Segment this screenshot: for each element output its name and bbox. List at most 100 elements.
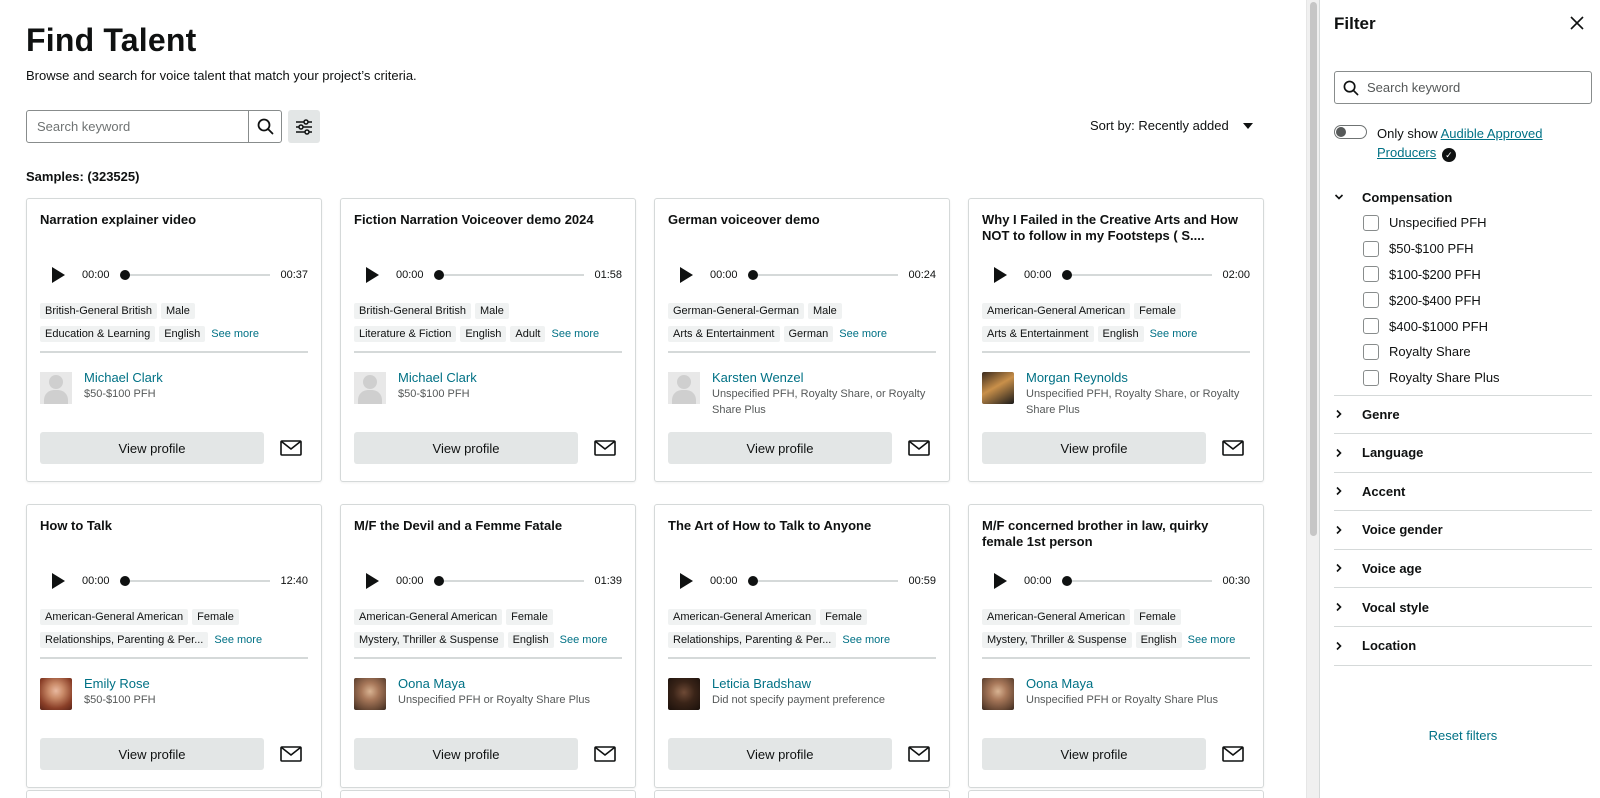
- see-more-link[interactable]: See more: [842, 633, 890, 647]
- seek-handle[interactable]: [1061, 576, 1072, 586]
- filter-section-voice-age[interactable]: Voice age: [1334, 549, 1592, 589]
- play-icon[interactable]: [680, 267, 693, 283]
- see-more-link[interactable]: See more: [1150, 327, 1198, 341]
- play-icon[interactable]: [366, 267, 379, 283]
- checkbox[interactable]: [1363, 266, 1379, 283]
- seek-handle[interactable]: [433, 576, 444, 586]
- search-input[interactable]: [27, 111, 248, 142]
- approved-producers-toggle[interactable]: [1334, 125, 1367, 139]
- filter-section-vocal-style[interactable]: Vocal style: [1334, 588, 1592, 627]
- play-icon[interactable]: [366, 573, 379, 589]
- see-more-link[interactable]: See more: [211, 327, 259, 341]
- seek-handle[interactable]: [119, 270, 130, 280]
- compensation-option[interactable]: $200-$400 PFH: [1334, 287, 1592, 313]
- section-header[interactable]: Voice age: [1334, 549, 1592, 589]
- audio-seek-bar[interactable]: [747, 576, 899, 586]
- filter-section-genre[interactable]: Genre: [1334, 395, 1592, 434]
- mail-icon[interactable]: [908, 746, 930, 762]
- mail-icon[interactable]: [594, 746, 616, 762]
- view-profile-button[interactable]: View profile: [982, 738, 1206, 770]
- filter-section-location[interactable]: Location: [1334, 627, 1592, 666]
- view-profile-button[interactable]: View profile: [40, 432, 264, 464]
- view-profile-button[interactable]: View profile: [354, 432, 578, 464]
- seek-handle[interactable]: [1061, 270, 1072, 280]
- play-icon[interactable]: [52, 573, 65, 589]
- audio-seek-bar[interactable]: [747, 270, 899, 280]
- compensation-option[interactable]: $50-$100 PFH: [1334, 236, 1592, 262]
- checkbox[interactable]: [1363, 343, 1379, 360]
- play-icon[interactable]: [680, 573, 693, 589]
- audio-seek-bar[interactable]: [1061, 576, 1213, 586]
- chevron-right-icon: [1336, 487, 1342, 496]
- see-more-link[interactable]: See more: [214, 633, 262, 647]
- compensation-option[interactable]: $100-$200 PFH: [1334, 262, 1592, 288]
- seek-handle[interactable]: [747, 270, 758, 280]
- audio-seek-bar[interactable]: [433, 270, 585, 280]
- talent-name-link[interactable]: Emily Rose: [84, 675, 156, 692]
- current-time: 00:00: [396, 575, 424, 587]
- section-header[interactable]: Voice gender: [1334, 511, 1592, 550]
- compensation-header[interactable]: Compensation: [1334, 184, 1592, 210]
- audio-seek-bar[interactable]: [433, 576, 585, 586]
- section-header[interactable]: Location: [1334, 627, 1592, 666]
- compensation-option[interactable]: $400-$1000 PFH: [1334, 313, 1592, 339]
- talent-name-link[interactable]: Oona Maya: [1026, 675, 1218, 692]
- mail-icon[interactable]: [1222, 746, 1244, 762]
- section-header[interactable]: Vocal style: [1334, 588, 1592, 627]
- compensation-option[interactable]: Royalty Share Plus: [1334, 365, 1592, 391]
- filter-section-language[interactable]: Language: [1334, 434, 1592, 473]
- see-more-link[interactable]: See more: [1188, 633, 1236, 647]
- talent-name-link[interactable]: Leticia Bradshaw: [712, 675, 885, 692]
- scrollbar-thumb[interactable]: [1310, 2, 1317, 536]
- see-more-link[interactable]: See more: [560, 633, 608, 647]
- section-label: Vocal style: [1362, 599, 1429, 615]
- checkbox[interactable]: [1363, 214, 1379, 231]
- view-profile-button[interactable]: View profile: [40, 738, 264, 770]
- compensation-option[interactable]: Unspecified PFH: [1334, 210, 1592, 236]
- mail-icon[interactable]: [908, 440, 930, 456]
- see-more-link[interactable]: See more: [551, 327, 599, 341]
- checkbox[interactable]: [1363, 292, 1379, 309]
- view-profile-button[interactable]: View profile: [354, 738, 578, 770]
- filter-toggle-button[interactable]: [288, 110, 320, 143]
- talent-name-link[interactable]: Michael Clark: [398, 369, 477, 386]
- chevron-right-icon: [1336, 448, 1342, 457]
- filter-section-accent[interactable]: Accent: [1334, 472, 1592, 512]
- see-more-link[interactable]: See more: [839, 327, 887, 341]
- talent-name-link[interactable]: Michael Clark: [84, 369, 163, 386]
- audio-seek-bar[interactable]: [119, 576, 271, 586]
- section-header[interactable]: Genre: [1334, 395, 1592, 434]
- filter-search-input[interactable]: [1367, 80, 1591, 95]
- talent-name-link[interactable]: Karsten Wenzel: [712, 369, 936, 386]
- mail-icon[interactable]: [594, 440, 616, 456]
- view-profile-button[interactable]: View profile: [668, 432, 892, 464]
- checkbox[interactable]: [1363, 318, 1379, 335]
- play-icon[interactable]: [52, 267, 65, 283]
- talent-name-link[interactable]: Oona Maya: [398, 675, 590, 692]
- section-header[interactable]: Accent: [1334, 472, 1592, 512]
- main-scrollbar[interactable]: [1306, 0, 1320, 798]
- checkbox[interactable]: [1363, 240, 1379, 257]
- audio-seek-bar[interactable]: [1061, 270, 1213, 280]
- checkbox[interactable]: [1363, 369, 1379, 386]
- play-icon[interactable]: [994, 267, 1007, 283]
- sort-dropdown[interactable]: Sort by: Recently added: [1090, 118, 1253, 133]
- filter-section-voice-gender[interactable]: Voice gender: [1334, 511, 1592, 550]
- mail-icon[interactable]: [1222, 440, 1244, 456]
- search-button[interactable]: [248, 111, 281, 142]
- talent-name-link[interactable]: Morgan Reynolds: [1026, 369, 1250, 386]
- seek-handle[interactable]: [433, 270, 444, 280]
- compensation-option[interactable]: Royalty Share: [1334, 339, 1592, 365]
- reset-filters-link[interactable]: Reset filters: [1334, 728, 1592, 743]
- mail-icon[interactable]: [280, 440, 302, 456]
- close-icon[interactable]: [1570, 16, 1584, 30]
- seek-handle[interactable]: [119, 576, 130, 586]
- section-label: Genre: [1362, 406, 1400, 422]
- view-profile-button[interactable]: View profile: [668, 738, 892, 770]
- view-profile-button[interactable]: View profile: [982, 432, 1206, 464]
- section-header[interactable]: Language: [1334, 434, 1592, 473]
- mail-icon[interactable]: [280, 746, 302, 762]
- audio-seek-bar[interactable]: [119, 270, 271, 280]
- play-icon[interactable]: [994, 573, 1007, 589]
- seek-handle[interactable]: [747, 576, 758, 586]
